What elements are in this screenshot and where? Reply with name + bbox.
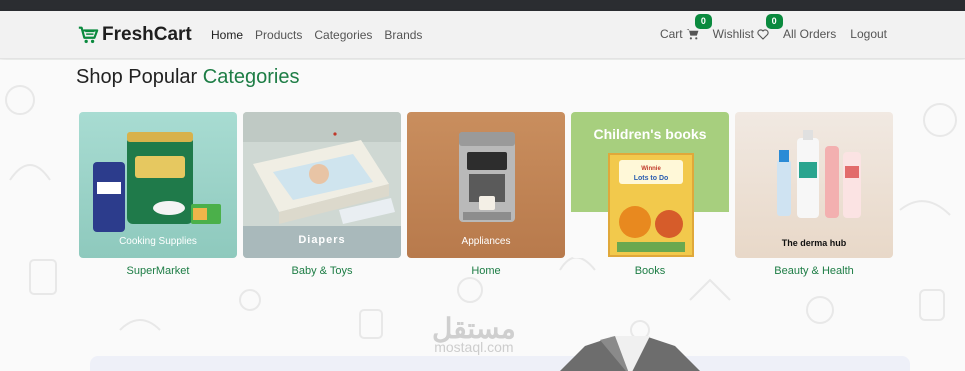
watermark-latin: mostaql.com	[434, 339, 514, 355]
heart-icon	[757, 28, 769, 40]
section-title: Shop Popular Categories	[76, 66, 299, 89]
cosmetics-image: The derma hub	[735, 112, 893, 258]
category-card-baby-toys[interactable]: Diapers Baby & Toys	[243, 112, 401, 277]
slider-panel	[90, 356, 910, 371]
logout-link[interactable]: Logout	[850, 27, 887, 41]
nav-brands[interactable]: Brands	[384, 28, 422, 42]
section-title-accent: Categories	[202, 66, 300, 88]
svg-text:Lots to Do: Lots to Do	[634, 175, 669, 182]
coffee-machine-image: Appliances	[407, 112, 565, 258]
wishlist-label: Wishlist	[712, 27, 754, 41]
wishlist-link[interactable]: Wishlist 0	[712, 14, 783, 41]
nav-home[interactable]: Home	[211, 28, 243, 42]
jacket-image	[560, 336, 700, 371]
book-cover-illustration: Winnie Lots to Do	[608, 153, 694, 257]
category-name-supermarket[interactable]: SuperMarket	[79, 265, 237, 277]
brand-logo[interactable]: FreshCart	[77, 24, 192, 46]
cart-logo-icon	[78, 26, 99, 44]
cart-link[interactable]: Cart 0	[659, 14, 712, 41]
brand-name: FreshCart	[102, 24, 192, 45]
cart-icon	[686, 29, 699, 40]
book-image: Children's books Winnie Lots to Do	[571, 112, 729, 258]
category-name-books[interactable]: Books	[571, 265, 729, 277]
overlay-derma-hub: The derma hub	[781, 238, 847, 248]
main-nav: Home Products Categories Brands	[211, 28, 422, 42]
cart-label: Cart	[659, 27, 683, 41]
category-name-beauty-health[interactable]: Beauty & Health	[735, 265, 893, 277]
category-card-home[interactable]: Appliances Home	[407, 112, 565, 277]
all-orders-link[interactable]: All Orders	[783, 27, 836, 41]
window-top-strip	[0, 0, 965, 11]
user-nav: Cart 0 Wishlist 0 All Orders Logout	[659, 14, 887, 41]
nav-products[interactable]: Products	[255, 28, 302, 42]
category-name-home[interactable]: Home	[407, 265, 565, 277]
overlay-cooking-supplies: Cooking Supplies	[119, 236, 197, 247]
section-title-part1: Shop Popular	[76, 66, 203, 88]
diapers-image: Diapers	[243, 112, 401, 258]
wishlist-count-badge: 0	[765, 14, 783, 29]
category-card-books[interactable]: Children's books Winnie Lots to Do Books	[571, 112, 729, 277]
overlay-appliances: Appliances	[461, 236, 511, 247]
grocery-image: Cooking Supplies	[79, 112, 237, 258]
svg-text:Winnie: Winnie	[641, 166, 661, 172]
cosmetics-illustration	[777, 130, 861, 218]
overlay-diapers: Diapers	[298, 234, 346, 246]
navbar: FreshCart Home Products Categories Brand…	[0, 11, 965, 59]
category-cards: Cooking Supplies SuperMarket Diapers Bab…	[79, 112, 893, 277]
category-card-supermarket[interactable]: Cooking Supplies SuperMarket	[79, 112, 237, 277]
category-card-beauty-health[interactable]: The derma hub Beauty & Health	[735, 112, 893, 277]
logout-label: Logout	[850, 27, 887, 41]
nav-categories[interactable]: Categories	[314, 28, 372, 42]
all-orders-label: All Orders	[782, 27, 837, 41]
watermark: مستقل mostaql.com	[432, 312, 516, 355]
category-name-baby-toys[interactable]: Baby & Toys	[243, 265, 401, 277]
cart-count-badge: 0	[694, 14, 712, 29]
